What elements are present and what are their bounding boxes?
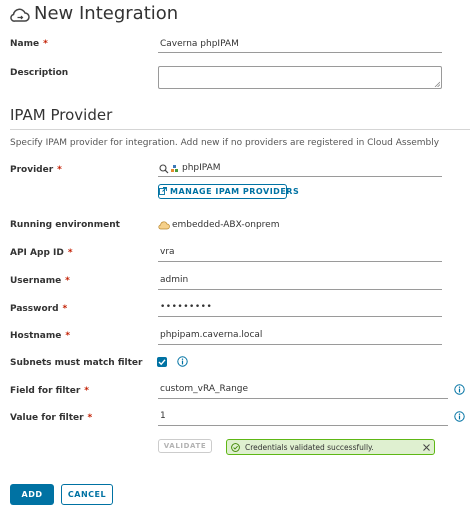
password-input[interactable]: •••••••••	[158, 302, 442, 317]
search-icon	[159, 164, 169, 174]
running-environment-label: Running environment	[10, 220, 120, 230]
hostname-input[interactable]: phpipam.caverna.local	[158, 330, 442, 345]
value-for-filter-info-icon[interactable]	[454, 411, 465, 422]
field-for-filter-label: Field for filter *	[10, 386, 89, 396]
password-label: Password *	[10, 304, 68, 314]
value-for-filter-label: Value for filter *	[10, 413, 93, 423]
validate-button[interactable]: VALIDATE	[158, 439, 212, 453]
close-icon[interactable]	[423, 444, 430, 451]
value-for-filter-input[interactable]: 1	[158, 411, 448, 426]
section-title: IPAM Provider	[10, 106, 113, 124]
provider-select[interactable]: phpIPAM	[158, 162, 442, 177]
checkmark-icon	[158, 359, 166, 366]
hostname-label: Hostname *	[10, 331, 71, 341]
info-icon[interactable]	[177, 356, 188, 367]
section-divider	[10, 129, 470, 130]
api-app-id-input[interactable]: vra	[158, 247, 442, 262]
success-alert: Credentials validated successfully.	[226, 439, 435, 455]
cloud-sync-icon	[10, 8, 30, 22]
success-check-icon	[231, 443, 240, 452]
provider-hint: Specify IPAM provider for integration. A…	[10, 138, 440, 148]
description-label: Description	[10, 68, 69, 78]
phpipam-logo-icon	[171, 165, 178, 172]
provider-value: phpIPAM	[182, 163, 221, 173]
running-environment-value: embedded-ABX-onprem	[172, 220, 280, 230]
manage-ipam-providers-button[interactable]: MANAGE IPAM PROVIDERS	[158, 184, 299, 199]
username-input[interactable]: admin	[158, 275, 442, 290]
description-textarea[interactable]	[158, 66, 442, 89]
provider-label: Provider *	[10, 165, 62, 175]
resize-handle-icon[interactable]	[434, 81, 440, 87]
field-for-filter-input[interactable]: custom_vRA_Range	[158, 384, 448, 399]
alert-text: Credentials validated successfully.	[245, 443, 374, 452]
cloud-icon	[158, 221, 170, 230]
api-app-id-label: API App ID *	[10, 248, 73, 258]
add-button[interactable]: ADD	[10, 484, 54, 505]
external-link-icon	[159, 187, 167, 195]
subnets-match-label: Subnets must match filter	[10, 358, 143, 368]
cancel-button[interactable]: CANCEL	[61, 484, 113, 505]
name-label: Name *	[10, 39, 48, 49]
username-label: Username *	[10, 276, 70, 286]
page-title: New Integration	[34, 3, 179, 24]
subnets-match-checkbox[interactable]	[157, 357, 167, 367]
name-input[interactable]: Caverna phpIPAM	[158, 39, 442, 53]
field-for-filter-info-icon[interactable]	[454, 384, 465, 395]
